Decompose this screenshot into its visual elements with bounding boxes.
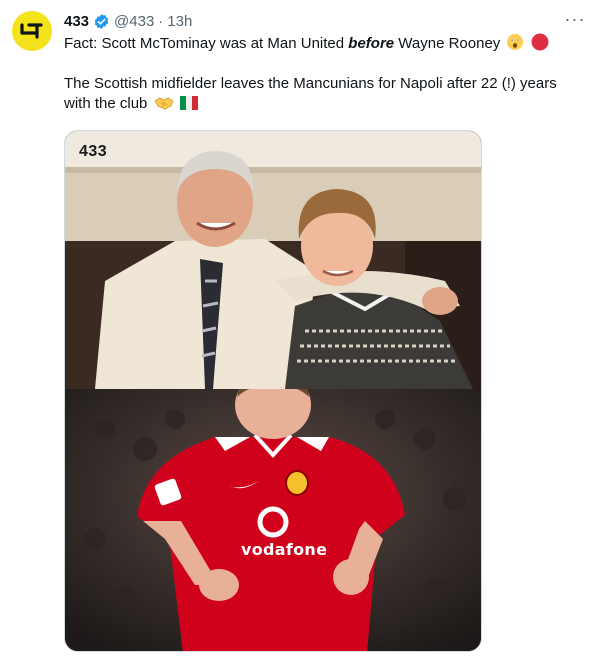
- author-name[interactable]: 433: [64, 13, 89, 30]
- timestamp[interactable]: 13h: [167, 13, 192, 30]
- avatar[interactable]: [12, 11, 52, 51]
- italy-flag-emoji: [179, 96, 198, 110]
- red-circle-emoji: [531, 33, 549, 51]
- photo-ferguson-mctominay[interactable]: 433: [65, 131, 481, 389]
- tweet-line-1-suffix: Wayne Rooney: [394, 35, 501, 52]
- tweet[interactable]: 433 @433 · 13h ··· Fact: Scott McTominay…: [0, 0, 600, 661]
- tweet-media[interactable]: 433 vodafone: [64, 130, 482, 652]
- tweet-line-1-prefix: Fact: Scott McTominay was at Man United: [64, 35, 349, 52]
- tweet-header: 433 @433 · 13h: [64, 10, 192, 32]
- astonished-face-emoji: [507, 34, 524, 50]
- watermark: 433: [79, 143, 108, 160]
- verified-badge-icon: [94, 13, 109, 29]
- tweet-line-3: with the club: [64, 94, 590, 114]
- 433-logo-icon: [20, 23, 43, 39]
- tweet-line-3-text: with the club: [64, 95, 148, 112]
- handshake-emoji: [154, 97, 174, 110]
- tweet-text: Fact: Scott McTominay was at Man United …: [64, 33, 590, 114]
- author-handle[interactable]: @433: [114, 13, 154, 30]
- tweet-emphasis: before: [348, 35, 395, 52]
- tweet-line-2: The Scottish midfielder leaves the Mancu…: [64, 75, 557, 92]
- shirt-sponsor: vodafone: [241, 540, 328, 559]
- tweet-line-1: Fact: Scott McTominay was at Man United …: [64, 33, 590, 54]
- photo-rooney[interactable]: vodafone: [65, 389, 481, 651]
- more-options-icon[interactable]: ···: [560, 8, 590, 30]
- separator-dot: ·: [158, 12, 164, 30]
